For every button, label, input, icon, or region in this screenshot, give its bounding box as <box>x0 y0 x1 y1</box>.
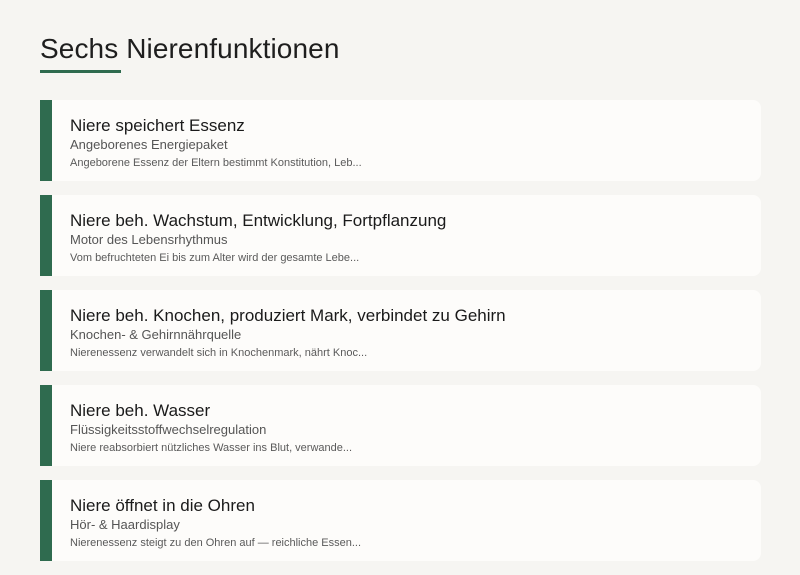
function-card-list: Niere speichert Essenz Angeborenes Energ… <box>40 100 761 575</box>
card-title: Niere beh. Wasser <box>70 401 211 420</box>
card-subtitle: Flüssigkeitsstoffwechselregulation <box>70 422 267 437</box>
card-title: Niere beh. Wachstum, Entwicklung, Fortpf… <box>70 211 447 230</box>
function-card[interactable]: Niere beh. Wachstum, Entwicklung, Fortpf… <box>40 195 761 276</box>
page-title: Sechs Nierenfunktionen <box>40 33 340 64</box>
card-title: Niere öffnet in die Ohren <box>70 496 255 515</box>
card-subtitle: Angeborenes Energiepaket <box>70 137 228 152</box>
card-subtitle: Motor des Lebensrhythmus <box>70 232 228 247</box>
card-description: Vom befruchteten Ei bis zum Alter wird d… <box>70 252 360 264</box>
card-subtitle: Hör- & Haardisplay <box>70 517 180 532</box>
function-card[interactable]: Niere öffnet in die Ohren Hör- & Haardis… <box>40 480 761 561</box>
card-title: Niere speichert Essenz <box>70 116 245 135</box>
card-description: Nierenessenz steigt zu den Ohren auf — r… <box>70 537 362 549</box>
function-card[interactable]: Niere beh. Knochen, produziert Mark, ver… <box>40 290 761 371</box>
function-card[interactable]: Niere speichert Essenz Angeborenes Energ… <box>40 100 761 181</box>
card-description: Niere reabsorbiert nützliches Wasser ins… <box>70 442 353 454</box>
card-title: Niere beh. Knochen, produziert Mark, ver… <box>70 306 506 325</box>
card-description: Angeborene Essenz der Eltern bestimmt Ko… <box>70 157 362 169</box>
card-subtitle: Knochen- & Gehirnnährquelle <box>70 327 242 342</box>
page: Sechs Nierenfunktionen Niere speichert E… <box>0 0 800 561</box>
title-underline <box>40 70 121 73</box>
card-description: Nierenessenz verwandelt sich in Knochenm… <box>70 347 368 359</box>
function-card[interactable]: Niere beh. Wasser Flüssigkeitsstoffwechs… <box>40 385 761 466</box>
